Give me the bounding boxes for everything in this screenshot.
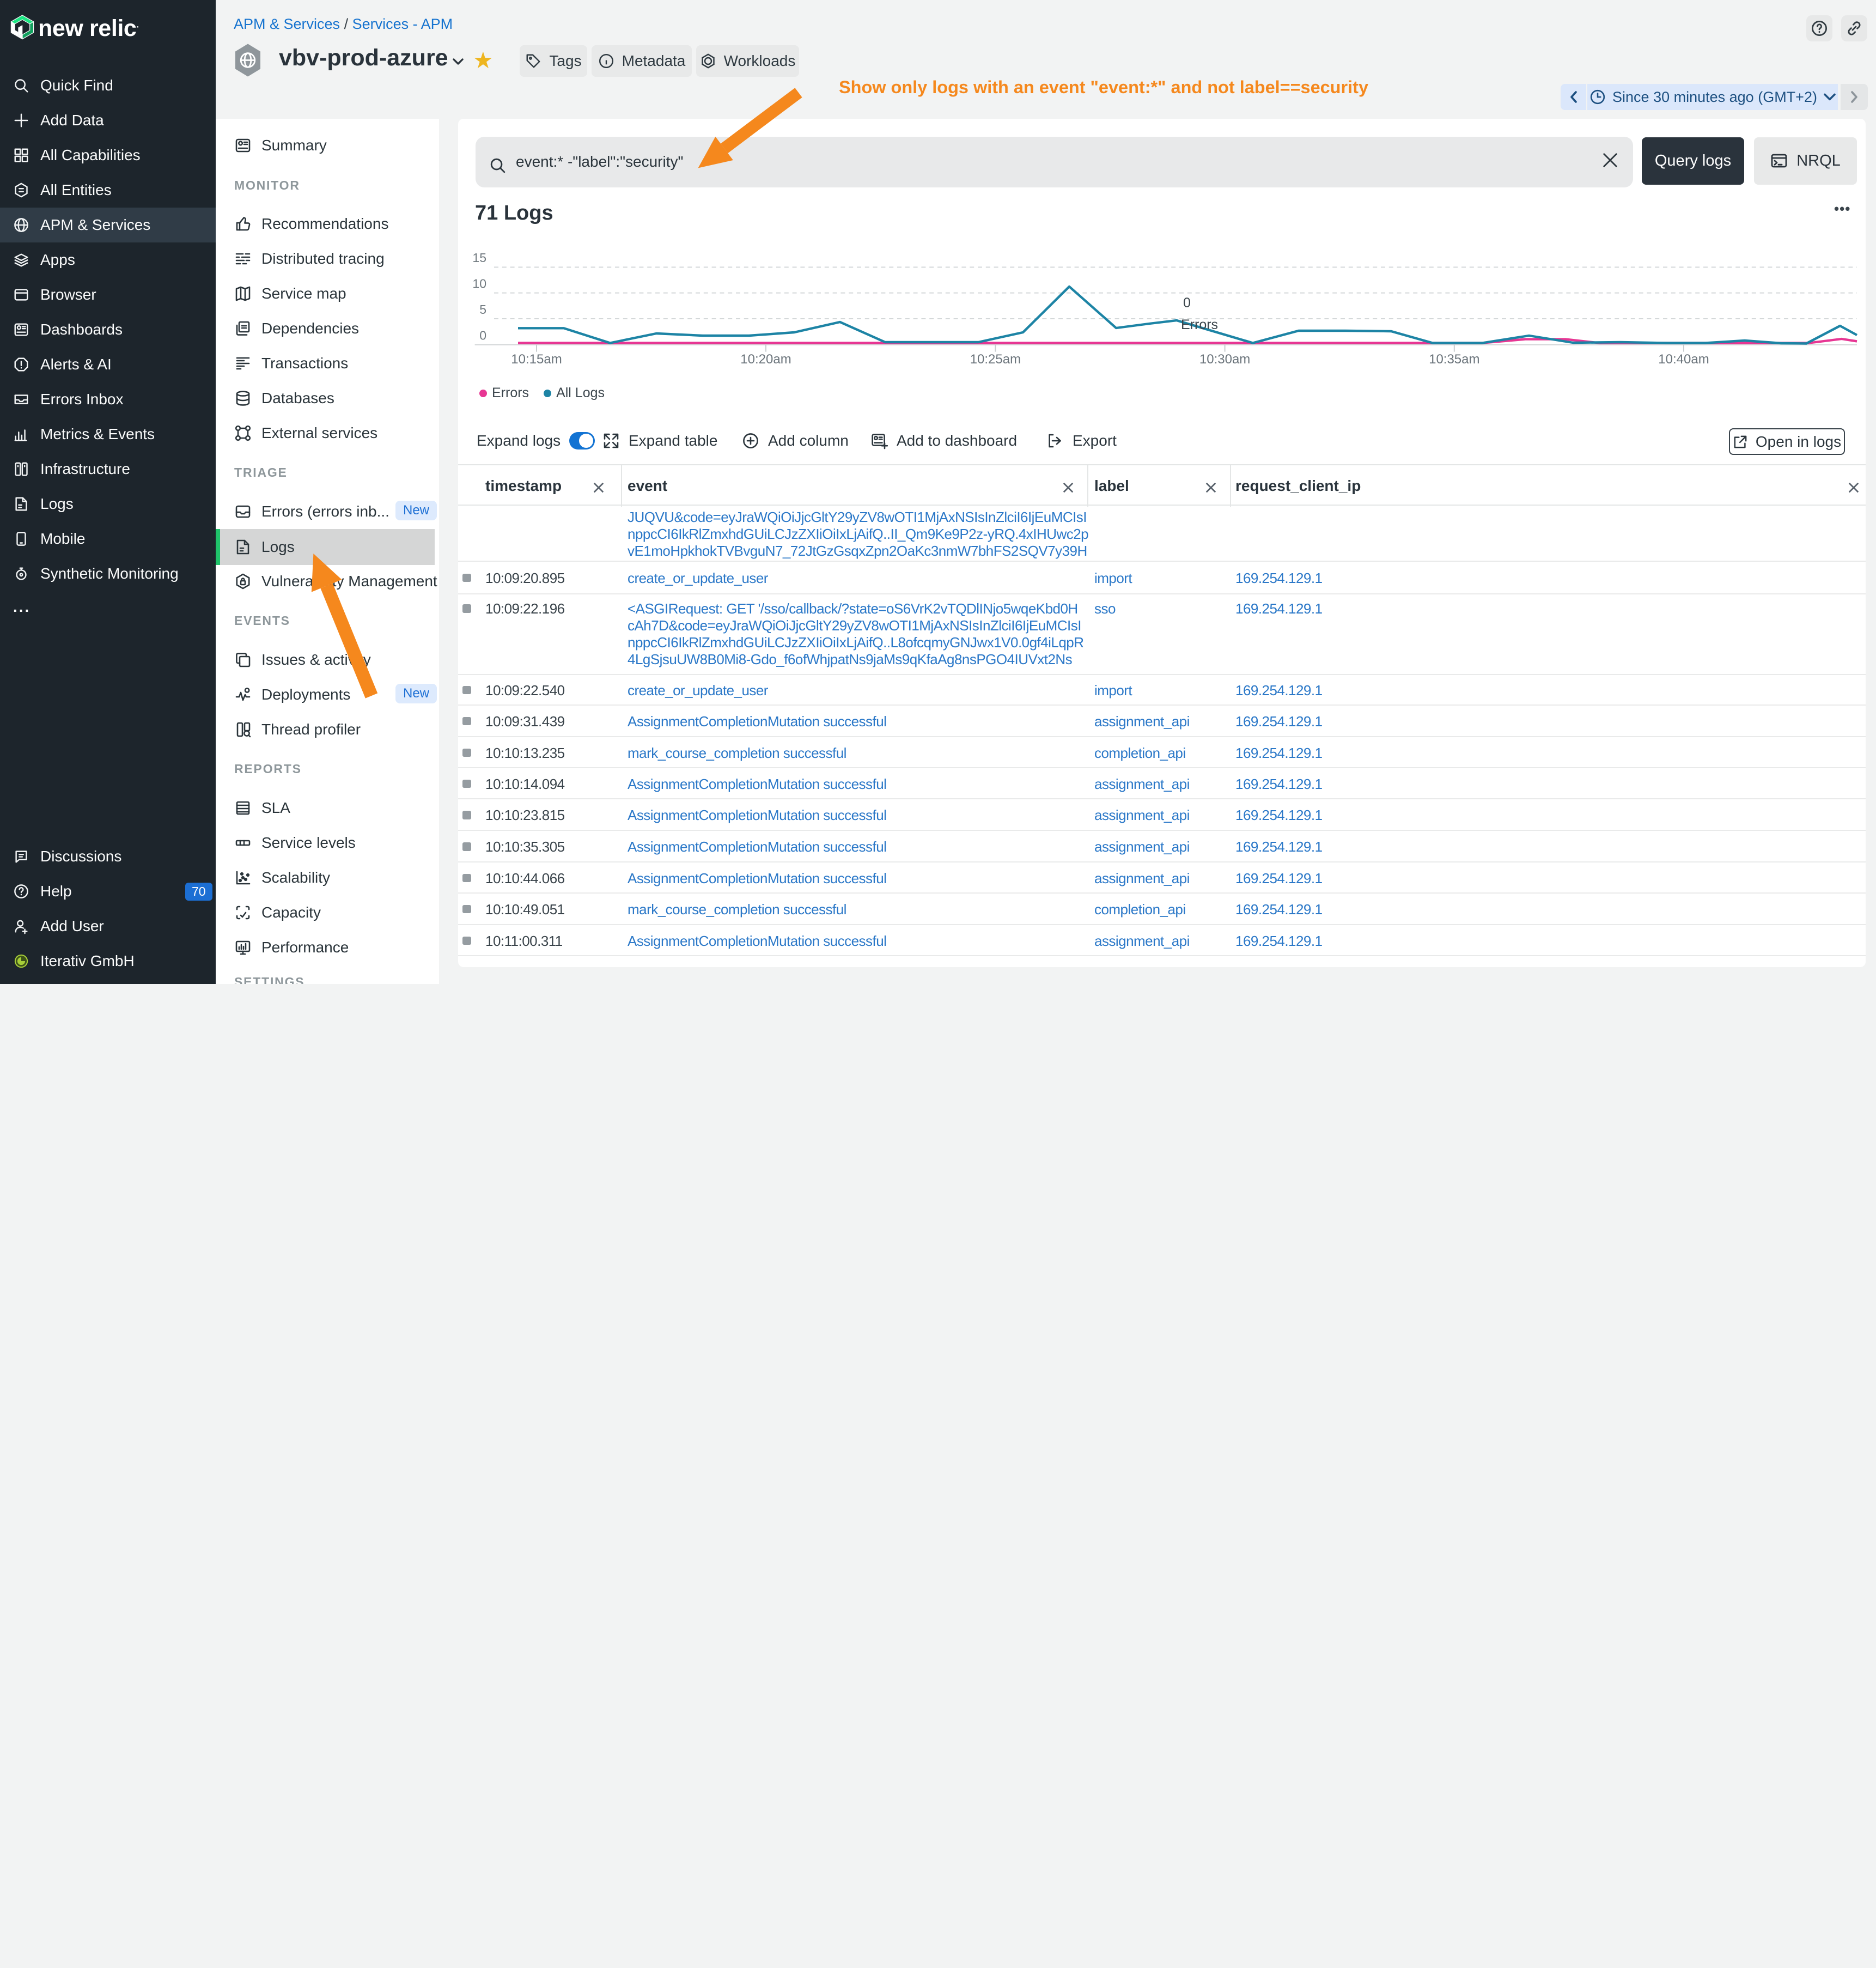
svg-text:10:30am: 10:30am (1199, 352, 1250, 367)
svg-text:10:35am: 10:35am (1429, 352, 1479, 367)
svg-text:10:20am: 10:20am (740, 352, 791, 367)
svg-text:15: 15 (472, 251, 486, 265)
svg-text:0: 0 (1183, 295, 1191, 311)
svg-text:10:40am: 10:40am (1658, 352, 1709, 367)
svg-text:10:25am: 10:25am (970, 352, 1021, 367)
svg-text:Errors: Errors (1181, 317, 1218, 332)
svg-text:10:15am: 10:15am (511, 352, 562, 367)
svg-text:5: 5 (479, 302, 486, 317)
svg-text:10: 10 (472, 276, 486, 290)
svg-text:Show only logs with an event ": Show only logs with an event "event:*" a… (839, 77, 1368, 97)
svg-text:0: 0 (479, 328, 486, 342)
